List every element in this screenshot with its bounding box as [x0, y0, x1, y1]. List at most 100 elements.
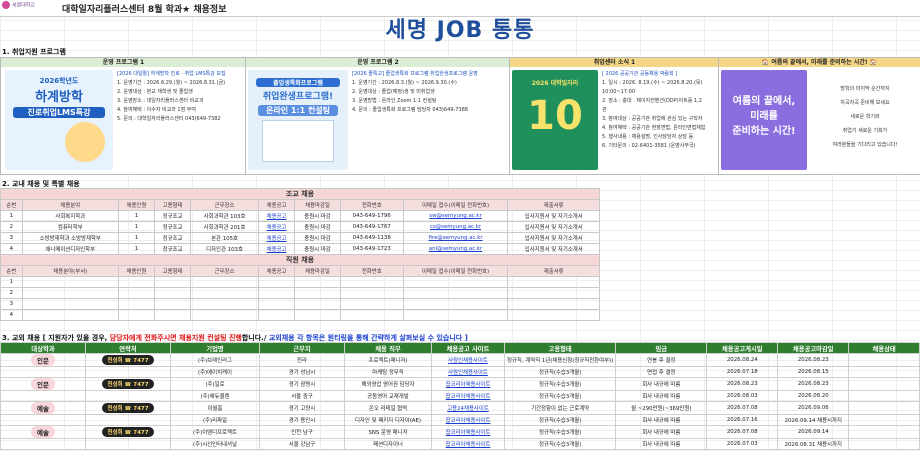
table-cell: 인천 남구: [259, 425, 345, 439]
detail-line: 2. 운영대상 : 졸업(예정)생 및 미취업생: [352, 89, 435, 95]
job-posting-link[interactable]: 채용공고: [258, 210, 296, 222]
table-cell: 경기 용인시: [259, 414, 345, 426]
table-row: 인문 천성희 ☎ 7477 (주)일로 경기 광명시 해외영업 영어권 담당자 잡코리아채…: [0, 377, 920, 391]
table-cell: 정규직(수습3개월): [503, 414, 617, 426]
table-cell: 정규직(수습3개월): [503, 425, 617, 439]
table-cell: [848, 438, 920, 450]
table-title: 조교 채용: [0, 188, 600, 200]
detail-line: 4. 참여혜택 : 공공기관 현장면접, 온라인면접체험: [602, 125, 706, 131]
table-row: 4 애니메이션디자인학부 1 정규조교 디자인관 103호 채용공고 충원시 마감 043-6…: [0, 243, 600, 255]
column-header: 채용인원: [117, 265, 155, 277]
table-cell: 2026.08.20: [777, 390, 850, 402]
table-cell: 잡코리아채용사이트: [431, 377, 505, 391]
column-header: 제출서류: [507, 199, 600, 211]
detail-line: 4. 문의 : 졸업생특화 프로그램 담당자 043)649-7388: [352, 107, 468, 113]
program-header: 운영 프로그램 2: [246, 58, 510, 67]
email-link[interactable]: fire@semyung.ac.kr: [402, 232, 509, 244]
detail-line: 1. 일시 : 2026. 8.19.(수) ~ 2026.8.20.(목): [602, 80, 703, 86]
table-cell: [85, 366, 171, 378]
table-row: 인문 천성희 ☎ 7477 (주)브레인러그 전라 프로젝트(매니저) 사람인채용사이트 정…: [0, 353, 920, 367]
poster-line-1: 졸업생특화프로그램: [256, 78, 340, 87]
table-cell: 이월홈: [170, 401, 260, 415]
job-posting-link[interactable]: 채용공고: [258, 221, 296, 233]
table-cell: 잡코리아채용사이트: [431, 414, 505, 426]
program-poster[interactable]: 2026학년도 하계방학 진로취업LMS특강: [5, 70, 113, 170]
job-site-link[interactable]: 잡코리아채용사이트: [446, 430, 491, 436]
table-cell: 입사지원서 및 자기소개서: [507, 221, 600, 233]
table-cell: 1: [117, 221, 155, 233]
program-poster[interactable]: 2026 대학일자리 10: [512, 70, 598, 170]
table-cell: 2026.09.06: [777, 401, 850, 415]
table-cell: [21, 298, 119, 310]
table-cell: 잡코리아채용사이트: [431, 425, 505, 439]
table-cell: [21, 287, 119, 299]
table-cell: 온오 리테일 협력: [344, 401, 432, 415]
poster-line-3: 온라인 1:1 컨설팅: [258, 105, 338, 116]
table-cell: [258, 298, 296, 310]
table-cell: 1: [0, 210, 23, 222]
table-cell: 충원시 마감: [294, 243, 341, 255]
column-header: 고용형태: [153, 265, 192, 277]
job-site-link[interactable]: 사람인채용사이트: [448, 358, 488, 364]
section3-title-highlight: 담당자에게 전화주시면 채용지원 컨설팅 진행: [109, 334, 242, 342]
email-link[interactable]: cs@semyung.ac.kr: [402, 221, 509, 233]
table-cell: 사회과학관 103호: [190, 210, 260, 222]
table-cell: 1: [0, 276, 23, 288]
table-cell: 디자인관 103호: [190, 243, 260, 255]
program-poster[interactable]: 졸업생특화프로그램 취업완생프로그램! 온라인 1:1 컨설팅: [248, 70, 348, 170]
table-cell: (주)브레인러그: [170, 353, 260, 367]
table-cell: 충원시 마감: [294, 221, 341, 233]
table-cell: 소방방재학과 소방방재학부: [21, 232, 119, 244]
table-cell: 2026.08.31 채용시까지: [777, 438, 850, 450]
table-cell: 사회과학관 201호: [190, 221, 260, 233]
detail-line: 1. 운영기간 : 2026.6.29.(월) ~ 2026.8.31.(금): [117, 80, 226, 86]
job-site-link[interactable]: 잡코리아채용사이트: [446, 442, 491, 448]
job-site-link[interactable]: 사람인채용사이트: [448, 370, 488, 376]
job-site-link[interactable]: 고용24채용사이트: [447, 406, 489, 412]
program-card-2[interactable]: 운영 프로그램 2 졸업생특화프로그램 취업완생프로그램! 온라인 1:1 컨설…: [245, 57, 511, 175]
job-posting-link[interactable]: 채용공고: [258, 243, 296, 255]
email-link[interactable]: ani@semyung.ac.kr: [402, 243, 509, 255]
contact-badge: 천성희 ☎ 7477: [102, 403, 154, 413]
table-cell: 회사 내규에 따름: [615, 414, 708, 426]
job-site-link[interactable]: 잡코리아채용사이트: [446, 418, 491, 424]
table-cell: [0, 366, 86, 378]
contact-badge: 천성희 ☎ 7477: [102, 427, 154, 437]
program-card-1[interactable]: 운영 프로그램 1 2026학년도 하계방학 진로취업LMS특강 [2026 대…: [0, 57, 247, 175]
job-site-link[interactable]: 잡코리아채용사이트: [446, 382, 491, 388]
centre-news-card[interactable]: 취업센터 소식 1 2026 대학일자리 10 [ 2026 공공기관 공동채용…: [509, 57, 720, 175]
detail-line: 관: [602, 107, 607, 113]
table-cell: [402, 298, 509, 310]
job-posting-link[interactable]: 채용공고: [258, 232, 296, 244]
external-hiring-area: 대상학과 연락처 기업명 근무지 채용 직무 채용공고 사이트 고용형태 임금 …: [0, 342, 920, 450]
email-link[interactable]: sw@semyung.ac.kr: [402, 210, 509, 222]
table-cell: 입사지원서 및 자기소개서: [507, 210, 600, 222]
table-cell: [339, 287, 404, 299]
table-cell: [0, 414, 86, 426]
table-cell: 4: [0, 309, 23, 321]
table-cell: 디자인 및 패키지 디자이(AE): [344, 414, 432, 426]
table-cell: (주)일로: [170, 377, 260, 391]
detail-line: 3. 운영방법 : 온라인 Zoom 1:1 컨설팅: [352, 98, 437, 104]
summer-card[interactable]: 🏠 여름의 끝에서, 미래를 준비하는 시간! 🏠 여름의 끝에서, 미래를 준…: [718, 57, 920, 175]
table-cell: 043-649-1796: [339, 210, 404, 222]
table-cell: [190, 298, 260, 310]
table-cell: 본관 105호: [190, 232, 260, 244]
column-header: 근무장소: [190, 199, 260, 211]
detail-line: [2026 대일활] 하계방학 진로 · 취업 LMS특강 모집: [117, 71, 226, 77]
poster-line-3: 진로취업LMS특강: [13, 107, 105, 118]
table-cell: 패션디자이너: [344, 438, 432, 450]
column-header: 채용인원: [117, 199, 155, 211]
program-poster[interactable]: 여름의 끝에서, 미래를 준비하는 시간!: [721, 70, 807, 170]
table-cell: [117, 276, 155, 288]
table-cell: [294, 287, 341, 299]
table-cell: [190, 287, 260, 299]
column-header: 순번: [0, 265, 23, 277]
table-cell: 2026.09.14 채용시까지: [777, 414, 850, 426]
table-cell: [117, 309, 155, 321]
column-header: 대상학과: [0, 342, 86, 354]
table-cell: 정규조교: [153, 210, 192, 222]
table-cell: [0, 438, 86, 450]
table-row: 3 소방방재학과 소방방재학부 1 정규조교 본관 105호 채용공고 충원시 마감 043-…: [0, 232, 600, 244]
job-site-link[interactable]: 잡코리아채용사이트: [446, 394, 491, 400]
